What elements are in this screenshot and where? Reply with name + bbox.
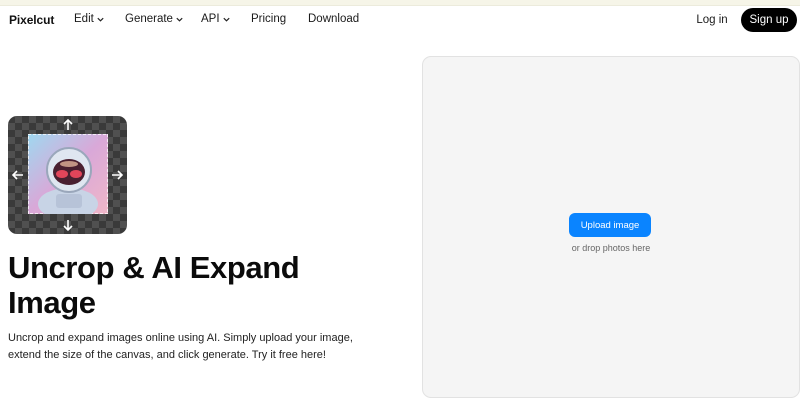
chevron-down-icon [222, 17, 230, 22]
top-navigation: Pixelcut Edit Generate API Pricing Downl… [0, 6, 800, 34]
chevron-down-icon [176, 17, 183, 22]
astronaut-image [28, 134, 108, 214]
nav-item-label: API [201, 13, 220, 25]
nav-item-api[interactable]: API [201, 13, 231, 25]
signup-button[interactable]: Sign up [741, 8, 797, 32]
login-button[interactable]: Log in [686, 9, 738, 31]
page-description: Uncrop and expand images online using AI… [8, 332, 353, 361]
drop-hint-text: or drop photos here [571, 243, 651, 253]
arrow-left-icon [11, 170, 23, 180]
page-title: Uncrop & AI Expand Image [8, 250, 300, 320]
upload-dropzone[interactable]: Upload image or drop photos here [422, 56, 800, 398]
nav-item-pricing[interactable]: Pricing [251, 13, 286, 25]
nav-item-label: Edit [74, 13, 94, 25]
nav-item-edit[interactable]: Edit [74, 13, 105, 25]
uncrop-illustration [8, 116, 127, 234]
nav-item-label: Pricing [251, 13, 287, 25]
chevron-down-icon [97, 17, 104, 22]
logo[interactable]: Pixelcut [9, 13, 54, 27]
nav-item-label: Download [308, 13, 360, 25]
arrow-right-icon [112, 170, 124, 180]
upload-image-button[interactable]: Upload image [569, 213, 651, 237]
arrow-up-icon [63, 118, 73, 130]
arrow-down-icon [63, 220, 73, 232]
nav-item-label: Generate [125, 13, 173, 25]
nav-item-download[interactable]: Download [308, 13, 359, 25]
nav-item-generate[interactable]: Generate [125, 13, 184, 25]
